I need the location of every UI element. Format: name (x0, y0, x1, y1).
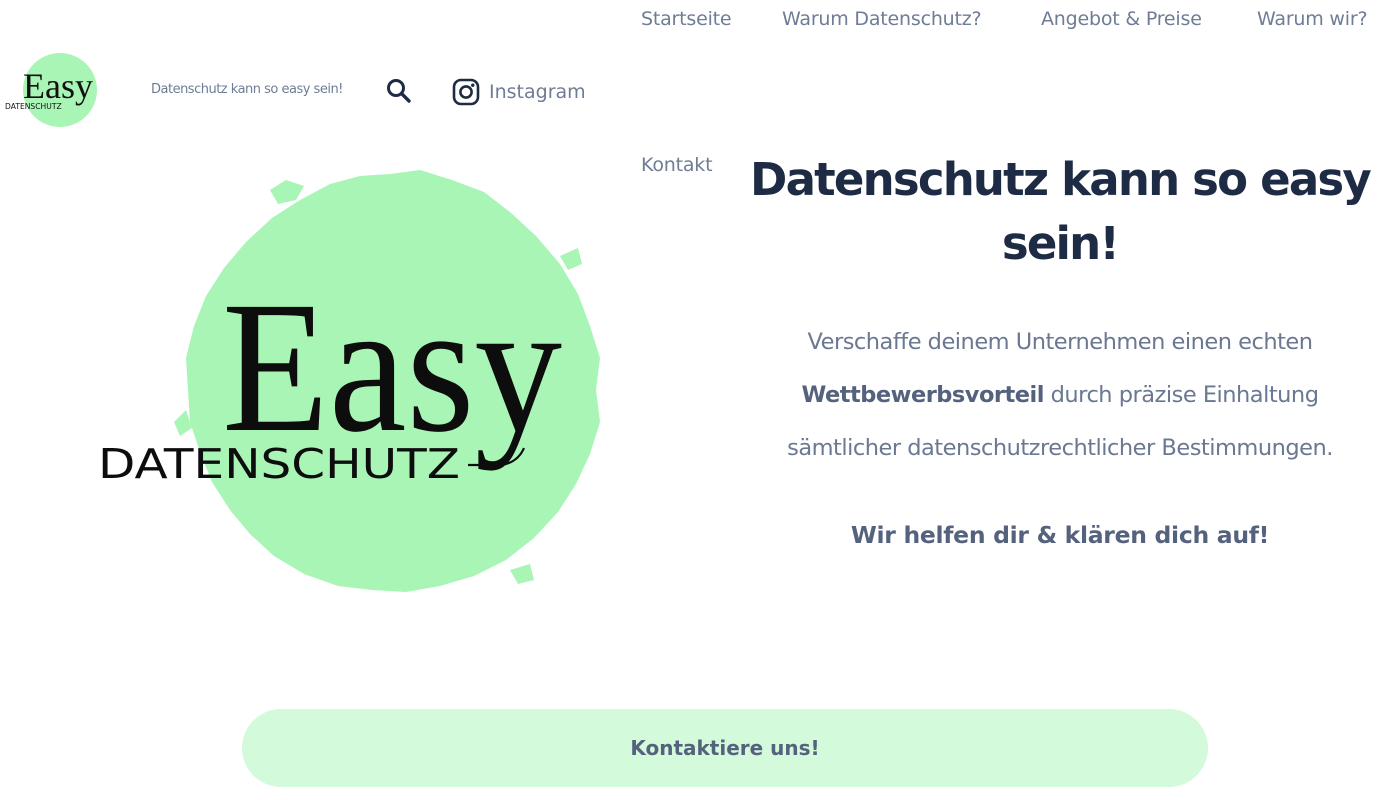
hero-logo-subtitle: DATENSCHUTZ (98, 440, 460, 488)
nav-link-startseite[interactable]: Startseite (641, 8, 732, 30)
header-tagline: Datenschutz kann so easy sein! (151, 82, 343, 97)
hero-description: Verschaffe deinem Unternehmen einen echt… (742, 316, 1378, 475)
contact-button[interactable]: Kontaktiere uns! (242, 709, 1208, 787)
nav-link-angebot-preise[interactable]: Angebot & Preise (1041, 8, 1202, 30)
hero-logo: Easy DATENSCHUTZ (98, 170, 600, 592)
hero-description-highlight: Wettbewerbsvorteil (801, 382, 1045, 408)
hero-cta-text: Wir helfen dir & klären dich auf! (850, 521, 1270, 549)
search-button[interactable] (384, 76, 414, 106)
logo-subtitle: DATENSCHUTZ (5, 102, 62, 111)
hero-title: Datenschutz kann so easy sein! (750, 153, 1372, 270)
hero-section: Datenschutz kann so easy sein! Verschaff… (742, 148, 1378, 549)
nav-link-warum-wir[interactable]: Warum wir? (1257, 8, 1368, 30)
hero-description-part1: Verschaffe deinem Unternehmen einen echt… (807, 329, 1313, 355)
search-icon (387, 79, 411, 103)
instagram-icon (452, 78, 480, 106)
nav-link-kontakt[interactable]: Kontakt (641, 154, 713, 176)
site-logo[interactable]: Easy DATENSCHUTZ (0, 48, 104, 134)
instagram-label: Instagram (489, 81, 586, 103)
logo-wordmark: Easy (23, 66, 93, 106)
instagram-link[interactable]: Instagram (452, 78, 586, 106)
nav-link-warum-datenschutz[interactable]: Warum Datenschutz? (782, 8, 982, 30)
